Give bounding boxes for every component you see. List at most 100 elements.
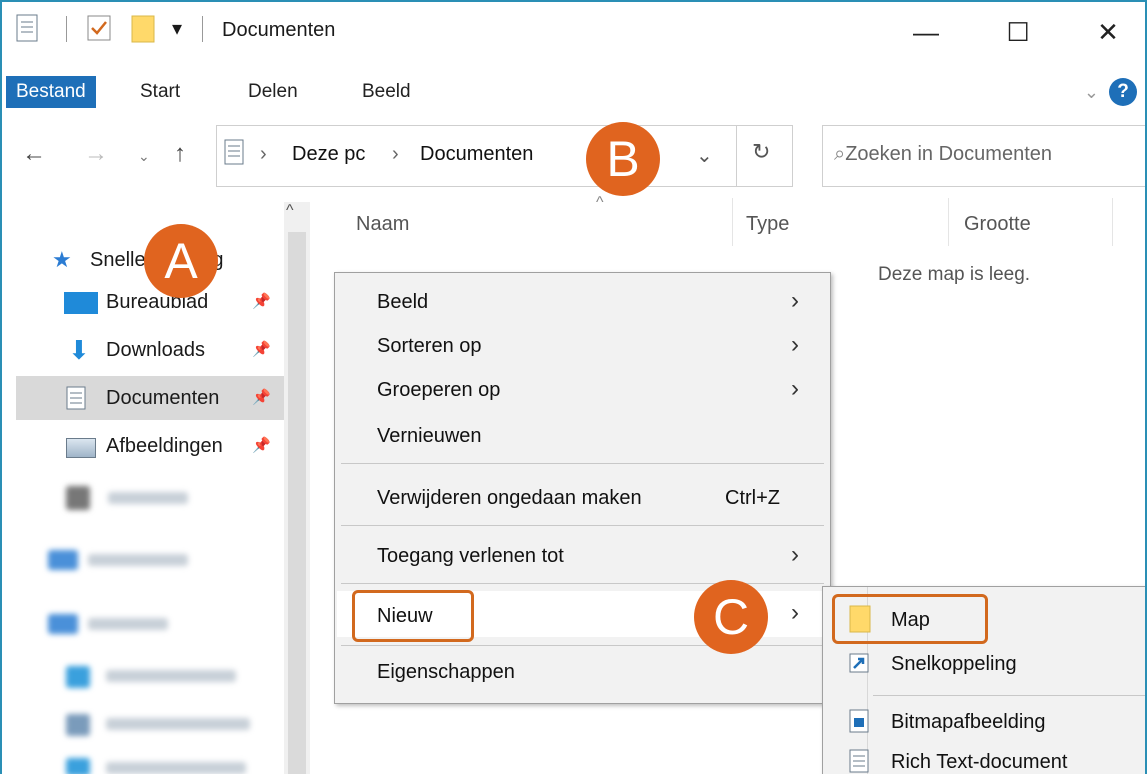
column-header-type[interactable]: Type bbox=[746, 213, 789, 236]
submenu-arrow-icon: › bbox=[791, 331, 799, 358]
nav-item-label: Afbeeldingen bbox=[106, 435, 223, 457]
back-button[interactable]: ← bbox=[22, 140, 46, 168]
search-icon: ⌕ bbox=[834, 143, 846, 165]
nav-quick-access[interactable]: ★ Snelle toegang bbox=[2, 238, 284, 282]
nav-item-label: Documenten bbox=[106, 387, 220, 409]
undo-shortcut: Ctrl+Z bbox=[725, 487, 780, 509]
menu-separator bbox=[341, 525, 824, 526]
properties-icon[interactable] bbox=[16, 14, 38, 42]
maximize-button[interactable]: ☐ bbox=[988, 10, 1048, 54]
customize-toolbar-icon[interactable]: ▾ bbox=[172, 16, 182, 41]
menu-separator bbox=[341, 583, 824, 584]
up-button[interactable]: ↑ bbox=[174, 140, 186, 168]
desktop-icon bbox=[64, 292, 98, 314]
pin-icon: 📌 bbox=[252, 437, 271, 454]
column-divider[interactable] bbox=[1112, 198, 1113, 246]
nav-item-downloads[interactable]: ⬇ Downloads 📌 bbox=[2, 328, 284, 372]
menu-item-groeperen-op[interactable]: Groeperen op bbox=[377, 379, 500, 402]
sort-ascending-icon: ^ bbox=[596, 194, 604, 211]
menu-item-toegang-verlenen-tot[interactable]: Toegang verlenen tot bbox=[377, 545, 564, 568]
menu-item-verwijderen-ongedaan-maken[interactable]: Verwijderen ongedaan maken bbox=[377, 487, 642, 510]
window-title: Documenten bbox=[222, 19, 336, 41]
submenu-item-rich-text-document[interactable]: Rich Text-document bbox=[891, 751, 1067, 774]
breadcrumb-deze-pc[interactable]: Deze pc bbox=[292, 143, 365, 166]
column-header-naam[interactable]: Naam bbox=[356, 213, 409, 236]
blurred-icon bbox=[66, 714, 90, 736]
shortcut-icon bbox=[849, 653, 869, 673]
empty-folder-message: Deze map is leeg. bbox=[878, 264, 1031, 285]
checkmark-document-icon[interactable] bbox=[86, 14, 112, 42]
pictures-icon bbox=[66, 438, 96, 458]
breadcrumb-chevron-icon: › bbox=[260, 143, 267, 165]
forward-button[interactable]: → bbox=[84, 140, 108, 168]
submenu-separator bbox=[873, 695, 1145, 696]
minimize-button[interactable]: — bbox=[896, 10, 956, 54]
submenu-item-bitmapafbeelding[interactable]: Bitmapafbeelding bbox=[891, 711, 1046, 734]
step-marker-b: B bbox=[586, 122, 660, 196]
breadcrumb-documenten[interactable]: Documenten bbox=[420, 143, 533, 166]
toolbar-separator bbox=[66, 16, 67, 42]
highlight-map bbox=[832, 594, 988, 644]
blurred-label bbox=[106, 670, 236, 682]
nav-item-afbeeldingen[interactable]: Afbeeldingen 📌 bbox=[2, 424, 284, 468]
step-marker-a: A bbox=[144, 224, 218, 298]
bitmap-icon bbox=[849, 709, 869, 733]
submenu-arrow-icon: › bbox=[791, 375, 799, 402]
column-divider[interactable] bbox=[732, 198, 733, 246]
nav-item-label: Downloads bbox=[106, 339, 205, 361]
search-input[interactable]: ⌕Zoeken in Documenten bbox=[834, 143, 1052, 166]
submenu-arrow-icon: › bbox=[791, 599, 799, 626]
pin-icon: 📌 bbox=[252, 389, 271, 406]
blurred-icon bbox=[66, 666, 90, 688]
blurred-label bbox=[106, 762, 246, 774]
menu-item-eigenschappen[interactable]: Eigenschappen bbox=[377, 661, 515, 684]
column-divider[interactable] bbox=[948, 198, 949, 246]
ribbon-tabs: Bestand Start Delen Beeld ⌄ ? bbox=[2, 70, 1145, 110]
blurred-icon bbox=[48, 550, 78, 570]
new-folder-icon[interactable] bbox=[130, 14, 156, 44]
highlight-nieuw bbox=[352, 590, 474, 642]
tab-start[interactable]: Start bbox=[132, 76, 188, 108]
menu-item-beeld[interactable]: Beeld bbox=[377, 291, 428, 314]
tab-delen[interactable]: Delen bbox=[240, 76, 306, 108]
breadcrumb-chevron-icon: › bbox=[392, 143, 399, 165]
submenu-item-snelkoppeling[interactable]: Snelkoppeling bbox=[891, 653, 1017, 676]
submenu-arrow-icon: › bbox=[791, 287, 799, 314]
rich-text-icon bbox=[849, 749, 869, 773]
nav-scrollbar-thumb[interactable] bbox=[288, 232, 306, 774]
tab-bestand[interactable]: Bestand bbox=[6, 76, 96, 108]
blurred-icon bbox=[66, 486, 90, 510]
address-divider bbox=[736, 125, 737, 187]
menu-item-vernieuwen[interactable]: Vernieuwen bbox=[377, 425, 482, 448]
expand-ribbon-icon[interactable]: ⌄ bbox=[1084, 82, 1099, 103]
blurred-label bbox=[88, 554, 188, 566]
navigation-pane: ★ Snelle toegang Bureaublad 📌 ⬇ Download… bbox=[2, 202, 284, 774]
submenu-arrow-icon: › bbox=[791, 541, 799, 568]
toolbar-separator bbox=[202, 16, 203, 42]
search-placeholder: Zoeken in Documenten bbox=[845, 143, 1052, 165]
nav-item-bureaublad[interactable]: Bureaublad 📌 bbox=[2, 280, 284, 324]
star-icon: ★ bbox=[52, 247, 72, 272]
scroll-up-icon[interactable]: ^ bbox=[286, 202, 294, 220]
pin-icon: 📌 bbox=[252, 341, 271, 358]
menu-separator bbox=[341, 463, 824, 464]
blurred-icon bbox=[48, 614, 78, 634]
recent-locations-icon[interactable]: ⌄ bbox=[138, 148, 150, 165]
blurred-icon bbox=[66, 758, 90, 774]
column-header-grootte[interactable]: Grootte bbox=[964, 213, 1031, 236]
tab-beeld[interactable]: Beeld bbox=[354, 76, 419, 108]
help-icon[interactable]: ? bbox=[1109, 78, 1137, 106]
menu-item-sorteren-op[interactable]: Sorteren op bbox=[377, 335, 482, 358]
blurred-label bbox=[108, 492, 188, 504]
pin-icon: 📌 bbox=[252, 293, 271, 310]
refresh-icon[interactable]: ↻ bbox=[752, 139, 770, 165]
title-bar: ▾ Documenten — ☐ ✕ bbox=[2, 2, 1145, 64]
nav-item-documenten[interactable]: Documenten 📌 bbox=[16, 376, 284, 420]
close-button[interactable]: ✕ bbox=[1078, 10, 1138, 54]
step-marker-c: C bbox=[694, 580, 768, 654]
documents-location-icon bbox=[224, 139, 244, 165]
address-dropdown-icon[interactable]: ⌄ bbox=[696, 143, 713, 168]
download-arrow-icon: ⬇ bbox=[68, 335, 90, 365]
blurred-label bbox=[88, 618, 168, 630]
explorer-window: ▾ Documenten — ☐ ✕ Bestand Start Delen B… bbox=[0, 0, 1147, 774]
